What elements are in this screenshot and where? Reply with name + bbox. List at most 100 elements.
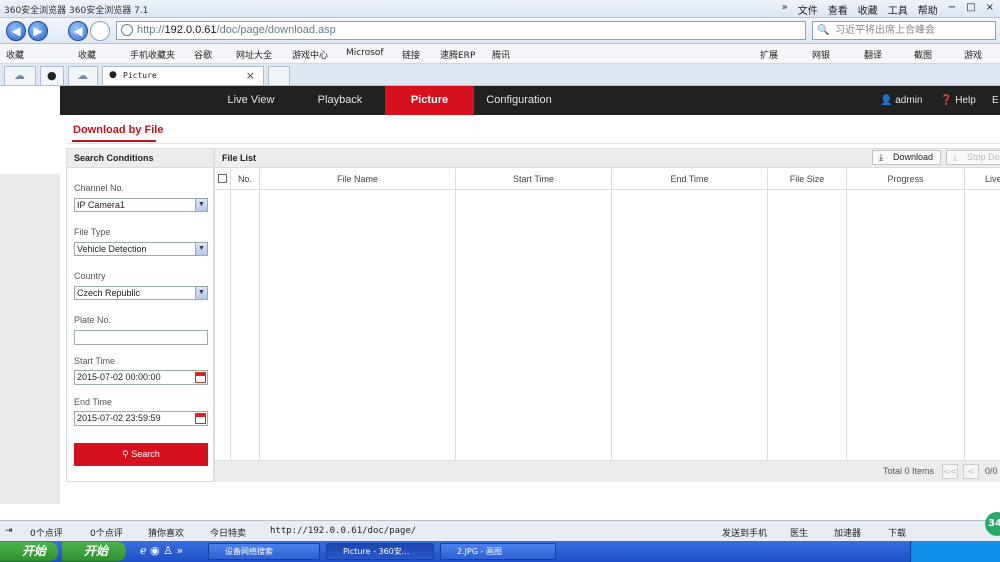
select-all-checkbox[interactable] xyxy=(218,174,227,183)
quicklaunch-icons[interactable]: ℯ ◉ ♙ » xyxy=(140,544,183,557)
download-button[interactable]: ⤓ Download xyxy=(872,150,941,165)
fav-item[interactable]: Microsof xyxy=(346,48,384,58)
file-list-panel: File List ⤓ Download ⤓ Stop Do No. File … xyxy=(214,148,1000,482)
minimize-button[interactable]: − xyxy=(948,2,956,17)
menu-live-view[interactable]: Live View xyxy=(220,86,282,115)
favorites-bar: 收藏 收藏 手机收藏夹 谷歌 网址大全 游戏中心 Microsof 链接 速腾E… xyxy=(0,44,1000,64)
prev-page-button[interactable]: < xyxy=(963,464,979,479)
chevron-down-icon: ▼ xyxy=(195,287,207,299)
browser-nav-bar: ◀ ▶ ◀ http://192.0.0.61/doc/page/downloa… xyxy=(0,18,1000,44)
file-list-header: File List ⤓ Download ⤓ Stop Do xyxy=(215,149,1000,168)
col-end-time: End Time xyxy=(612,169,768,461)
taskbar-item-paint[interactable]: 2.JPG - 画图 xyxy=(440,543,556,560)
search-icon: ⚲ xyxy=(122,449,129,459)
fav-item[interactable]: 收藏 xyxy=(78,48,96,61)
menu-more[interactable]: » xyxy=(782,2,788,17)
search-button[interactable]: ⚲ Search xyxy=(74,443,208,466)
search-icon: 🔍 xyxy=(817,25,830,36)
toolbar-banking[interactable]: 网银 xyxy=(812,48,830,61)
refresh-icon[interactable] xyxy=(90,21,110,41)
status-download[interactable]: 下载 xyxy=(888,526,906,539)
end-time-input[interactable]: 2015-07-02 23:59:59 xyxy=(74,411,208,426)
browser-status-bar: ⇥ 0个点评 0个点评 猜你喜欢 今日特卖 http://192.0.0.61/… xyxy=(0,520,1000,541)
status-icon: ⇥ xyxy=(5,526,13,536)
menu-configuration[interactable]: Configuration xyxy=(480,86,558,115)
toolbar-games[interactable]: 游戏 xyxy=(964,48,982,61)
menu-view[interactable]: 查看 xyxy=(828,2,848,17)
tab-picture[interactable]: ● Picture × xyxy=(102,66,264,85)
fav-item[interactable]: 网址大全 xyxy=(236,48,272,61)
fav-item[interactable]: 速腾ERP xyxy=(440,48,475,61)
status-comments-1[interactable]: 0个点评 xyxy=(30,526,63,539)
menu-picture[interactable]: Picture xyxy=(385,86,474,115)
tab-label: Picture xyxy=(123,71,157,80)
channel-label: Channel No. xyxy=(74,183,125,193)
menu-tools[interactable]: 工具 xyxy=(888,2,908,17)
cloud-icon: ☁ xyxy=(77,69,88,82)
tab-camera[interactable]: ● xyxy=(40,66,64,85)
toolbar-extensions[interactable]: 扩展 xyxy=(760,48,778,61)
menu-file[interactable]: 文件 xyxy=(798,2,818,17)
web-search-input[interactable]: 🔍 习近平将出席上合峰会 xyxy=(812,21,996,40)
menu-playback[interactable]: Playback xyxy=(310,86,370,115)
fav-item[interactable]: 游戏中心 xyxy=(292,48,328,61)
new-tab-button[interactable] xyxy=(268,66,290,85)
forward-button[interactable]: ▶ xyxy=(28,21,48,41)
start-time-value: 2015-07-02 00:00:00 xyxy=(77,372,161,382)
close-window-button[interactable]: × xyxy=(986,2,994,17)
calendar-icon[interactable] xyxy=(195,372,206,383)
maximize-button[interactable]: □ xyxy=(966,2,975,17)
start-button-2[interactable]: 开始 xyxy=(62,542,126,561)
status-accelerator[interactable]: 加速器 xyxy=(834,526,861,539)
stop-download-icon: ⤓ xyxy=(953,152,957,162)
status-comments-2[interactable]: 0个点评 xyxy=(90,526,123,539)
fav-item[interactable]: 收藏 xyxy=(6,48,24,61)
channel-select[interactable]: IP Camera1 ▼ xyxy=(74,198,208,212)
user-menu[interactable]: 👤 admin xyxy=(880,86,922,115)
status-deals[interactable]: 今日特卖 xyxy=(210,526,246,539)
menu-favorites[interactable]: 收藏 xyxy=(858,2,878,17)
col-file-name-header: File Name xyxy=(336,174,378,184)
calendar-icon[interactable] xyxy=(195,413,206,424)
help-link[interactable]: ❓ Help xyxy=(940,86,976,115)
back-button[interactable]: ◀ xyxy=(6,21,26,41)
tab-cloud[interactable]: ☁ xyxy=(4,66,36,85)
fav-item[interactable]: 手机收藏夹 xyxy=(130,48,175,61)
tab-cloud-2[interactable]: ☁ xyxy=(68,66,98,85)
channel-value: IP Camera1 xyxy=(77,200,125,210)
first-page-button[interactable]: << xyxy=(942,464,958,479)
stop-download-button[interactable]: ⤓ Stop Do xyxy=(946,150,1000,165)
col-progress: Progress xyxy=(847,169,965,461)
col-file-size: File Size xyxy=(768,169,847,461)
left-margin xyxy=(0,86,60,520)
start-button[interactable]: 开始 xyxy=(0,542,58,561)
page-indicator: 0/0 xyxy=(985,466,998,476)
fav-item[interactable]: 腾讯 xyxy=(492,48,510,61)
filetype-select[interactable]: Vehicle Detection ▼ xyxy=(74,242,208,256)
close-tab-icon[interactable]: × xyxy=(246,69,255,82)
toolbar-translate[interactable]: 翻译 xyxy=(864,48,882,61)
status-guess[interactable]: 猜你喜欢 xyxy=(148,526,184,539)
menu-help[interactable]: 帮助 xyxy=(918,2,938,17)
status-send-phone[interactable]: 发送到手机 xyxy=(722,526,767,539)
stop-download-label: Stop Do xyxy=(967,152,1000,162)
country-select[interactable]: Czech Republic ▼ xyxy=(74,286,208,300)
back-icon[interactable]: ◀ xyxy=(68,21,88,41)
file-list-footer: Total 0 Items << < 0/0 xyxy=(215,460,1000,482)
page-title: Download by File xyxy=(73,124,164,136)
logout-icon[interactable]: E xyxy=(992,86,999,115)
plate-input[interactable] xyxy=(74,330,208,345)
status-doctor[interactable]: 医生 xyxy=(790,526,808,539)
toolbar-screenshot[interactable]: 截图 xyxy=(914,48,932,61)
fav-item[interactable]: 链接 xyxy=(402,48,420,61)
address-bar[interactable]: http://192.0.0.61/doc/page/download.asp xyxy=(116,21,806,40)
taskbar-item-search[interactable]: 设备网络搜索 xyxy=(208,543,320,560)
taskbar-item-browser[interactable]: Picture - 360安... xyxy=(326,543,434,560)
start-time-input[interactable]: 2015-07-02 00:00:00 xyxy=(74,370,208,385)
country-label: Country xyxy=(74,271,106,281)
fav-item[interactable]: 谷歌 xyxy=(194,48,212,61)
download-icon: ⤓ xyxy=(879,152,883,162)
address-path: /doc/page/download.asp xyxy=(216,24,336,36)
search-button-label: Search xyxy=(131,449,160,459)
camera-icon: ● xyxy=(47,69,57,82)
